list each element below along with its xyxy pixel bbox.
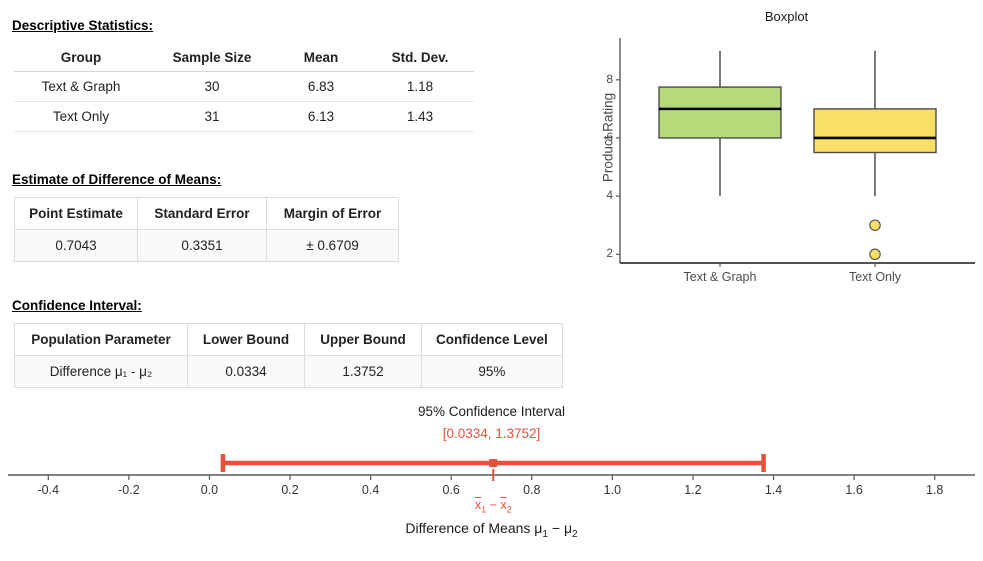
ci-plot-title: 95% Confidence Interval: [417, 404, 566, 419]
table-row: Text Only 31 6.13 1.43: [14, 101, 474, 132]
ci-point-estimate-marker: [489, 459, 498, 467]
table-header-row: Population Parameter Lower Bound Upper B…: [14, 323, 563, 356]
table-header-row: Group Sample Size Mean Std. Dev.: [14, 44, 474, 72]
estimate-of-difference-table: Point Estimate Standard Error Margin of …: [14, 197, 399, 262]
ci-axis-tick-label: 0.4: [361, 483, 380, 497]
boxplot-title: Boxplot: [764, 9, 809, 24]
ci-axis-tick-label: 0.8: [523, 483, 541, 497]
column-header-point-estimate: Point Estimate: [14, 197, 138, 230]
ci-axis-tick-label: 1.4: [764, 483, 783, 497]
statistics-panel: Descriptive Statistics: Group Sample Siz…: [0, 0, 590, 395]
outlier-point: [869, 248, 881, 261]
column-header-population-parameter: Population Parameter: [14, 323, 188, 356]
boxplot-svg: [616, 38, 975, 267]
column-header-confidence-level: Confidence Level: [421, 323, 563, 356]
outlier-point: [869, 219, 881, 231]
descriptive-statistics-heading: Descriptive Statistics:: [12, 18, 154, 33]
cell-standard-error: 0.3351: [137, 229, 267, 262]
cell-mean: 6.83: [276, 71, 366, 102]
ci-axis-tick-label: -0.2: [118, 483, 140, 497]
cell-lower-bound: 0.0334: [187, 355, 305, 388]
cell-sample-size: 30: [148, 71, 276, 102]
column-header-sample-size: Sample Size: [148, 44, 276, 72]
column-header-upper-bound: Upper Bound: [304, 323, 422, 356]
cell-sample-size: 31: [148, 101, 276, 132]
cell-confidence-level: 95%: [421, 355, 563, 388]
y-axis-tick-label: 2: [606, 246, 613, 261]
cell-std-dev: 1.43: [366, 101, 474, 132]
ci-x-axis-title: Difference of Means μ1 − μ2: [405, 520, 578, 540]
descriptive-statistics-table: Group Sample Size Mean Std. Dev. Text & …: [14, 44, 474, 132]
y-axis-tick-label: 4: [606, 188, 613, 203]
y-axis-tick-label: 8: [606, 71, 613, 86]
table-header-row: Point Estimate Standard Error Margin of …: [14, 197, 399, 230]
ci-axis-tick-label: 1.2: [684, 483, 702, 497]
x-axis-tick-label: Text Only: [848, 270, 902, 284]
table-row: Text & Graph 30 6.83 1.18: [14, 71, 474, 102]
column-header-group: Group: [14, 44, 148, 72]
ci-point-estimate-label: x1 − x2: [474, 498, 512, 515]
ci-axis-tick-label: -0.4: [37, 483, 60, 497]
column-header-standard-error: Standard Error: [137, 197, 267, 230]
confidence-interval-heading: Confidence Interval:: [12, 298, 142, 313]
box-text-only: [813, 108, 937, 154]
confidence-interval-chart: 95% Confidence Interval [0.0334, 1.3752]…: [0, 395, 983, 556]
confidence-interval-table: Population Parameter Lower Bound Upper B…: [14, 323, 563, 388]
cell-std-dev: 1.18: [366, 71, 474, 102]
ci-axis-tick-label: 1.8: [926, 483, 944, 497]
cell-upper-bound: 1.3752: [304, 355, 422, 388]
column-header-lower-bound: Lower Bound: [187, 323, 305, 356]
ci-axis-tick-label: 0.2: [281, 483, 299, 497]
cell-population-parameter: Difference μ₁ - μ₂: [14, 355, 188, 388]
cell-margin-of-error: ± 0.6709: [266, 229, 399, 262]
table-row: Difference μ₁ - μ₂ 0.0334 1.3752 95%: [14, 355, 563, 388]
boxplot-chart: Boxplot Product Rating 2 4 6 8 Text & Graph T…: [590, 0, 983, 300]
cell-group: Text Only: [14, 101, 148, 132]
x-axis-tick-label: Text & Graph: [683, 270, 757, 284]
column-header-mean: Mean: [276, 44, 366, 72]
ci-axis-tick-label: 1.6: [845, 483, 863, 497]
column-header-std-dev: Std. Dev.: [366, 44, 474, 72]
ci-axis-tick-label: 0.0: [200, 483, 219, 497]
box-text-and-graph: [658, 86, 782, 139]
cell-point-estimate: 0.7043: [14, 229, 138, 262]
column-header-margin-of-error: Margin of Error: [266, 197, 399, 230]
ci-range-label: [0.0334, 1.3752]: [442, 426, 541, 441]
cell-group: Text & Graph: [14, 71, 148, 102]
ci-axis-tick-label: 1.0: [603, 483, 622, 497]
table-row: 0.7043 0.3351 ± 0.6709: [14, 229, 399, 262]
y-axis-tick-label: 6: [606, 129, 613, 144]
estimate-of-difference-heading: Estimate of Difference of Means:: [12, 172, 222, 187]
ci-axis-tick-label: 0.6: [442, 483, 460, 497]
cell-mean: 6.13: [276, 101, 366, 132]
